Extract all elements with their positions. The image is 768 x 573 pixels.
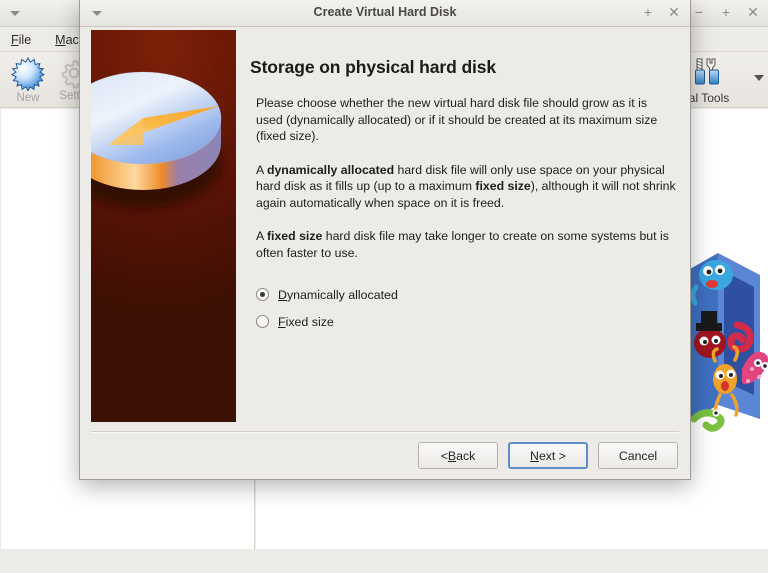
radio-fixed-size-label: Fixed size — [278, 315, 334, 329]
manager-window-controls: − + ✕ — [692, 4, 760, 20]
maximize-icon[interactable]: + — [719, 4, 733, 20]
p2-emphasis-dynamic: dynamically allocated — [266, 162, 395, 177]
back-prefix: < — [440, 448, 448, 463]
description-paragraph-3: A fixed size hard disk file may take lon… — [256, 228, 676, 261]
storage-type-radio-group: Dynamically allocated Fixed size — [256, 281, 676, 335]
chevron-down-icon[interactable] — [10, 11, 20, 16]
next-suffix: ext > — [538, 448, 566, 463]
pie-chart-illustration — [91, 30, 236, 422]
mnemonic-d: D — [278, 287, 287, 302]
description-paragraph-2: A dynamically allocated hard disk file w… — [256, 162, 676, 212]
radio-fixed-size[interactable]: Fixed size — [256, 308, 676, 335]
pie-chart-graphic — [91, 58, 236, 243]
dialog-footer: < Back Next > Cancel — [418, 442, 678, 469]
p2-emphasis-fixed: fixed size — [475, 179, 531, 193]
cancel-button[interactable]: Cancel — [598, 442, 678, 469]
dialog-window-controls: + ✕ — [641, 4, 681, 20]
mnemonic-b: B — [447, 448, 457, 463]
maximize-icon[interactable]: + — [641, 4, 655, 20]
back-button[interactable]: < Back — [418, 442, 498, 469]
radio-label-rest: ynamically allocated — [286, 287, 398, 302]
back-suffix: ack — [456, 448, 476, 463]
next-button[interactable]: Next > — [508, 442, 588, 469]
cancel-label: Cancel — [618, 448, 658, 463]
p3-emphasis-fixed: fixed size — [266, 229, 323, 243]
dialog-titlebar: Create Virtual Hard Disk + ✕ — [80, 0, 690, 27]
screen: − + ✕ FFileile Mach — [0, 0, 768, 573]
menu-file[interactable]: FFileile — [8, 32, 34, 48]
dialog-title: Create Virtual Hard Disk — [313, 5, 457, 19]
wizard-content: Storage on physical hard disk Please cho… — [250, 27, 676, 335]
close-icon[interactable]: ✕ — [667, 4, 681, 20]
minimize-icon[interactable]: − — [692, 4, 706, 20]
radio-dynamically-allocated-mark[interactable] — [256, 288, 269, 301]
mnemonic-n: N — [530, 448, 539, 463]
paragraph-1-text: Please choose whether the new virtual ha… — [256, 96, 658, 143]
radio-label-rest: ixed size — [285, 314, 334, 329]
new-star-icon — [11, 57, 45, 91]
mnemonic-f: F — [278, 314, 286, 329]
create-virtual-hard-disk-dialog: Create Virtual Hard Disk + ✕ Storage on … — [79, 0, 691, 480]
dialog-body: Storage on physical hard disk Please cho… — [80, 27, 690, 480]
manager-status-bar — [0, 549, 768, 573]
radio-fixed-size-mark[interactable] — [256, 315, 269, 328]
p2-part-1: A — [256, 162, 267, 177]
virtualbox-mascots-illustration — [690, 229, 768, 439]
chevron-down-icon[interactable] — [754, 75, 764, 81]
radio-dynamically-allocated[interactable]: Dynamically allocated — [256, 281, 676, 308]
page-title: Storage on physical hard disk — [250, 57, 497, 77]
description-paragraph-1: Please choose whether the new virtual ha… — [256, 95, 676, 145]
radio-dynamically-allocated-label: Dynamically allocated — [278, 288, 398, 302]
close-icon[interactable]: ✕ — [746, 4, 760, 20]
footer-separator — [91, 431, 679, 433]
p3-part-1: A — [256, 229, 267, 243]
